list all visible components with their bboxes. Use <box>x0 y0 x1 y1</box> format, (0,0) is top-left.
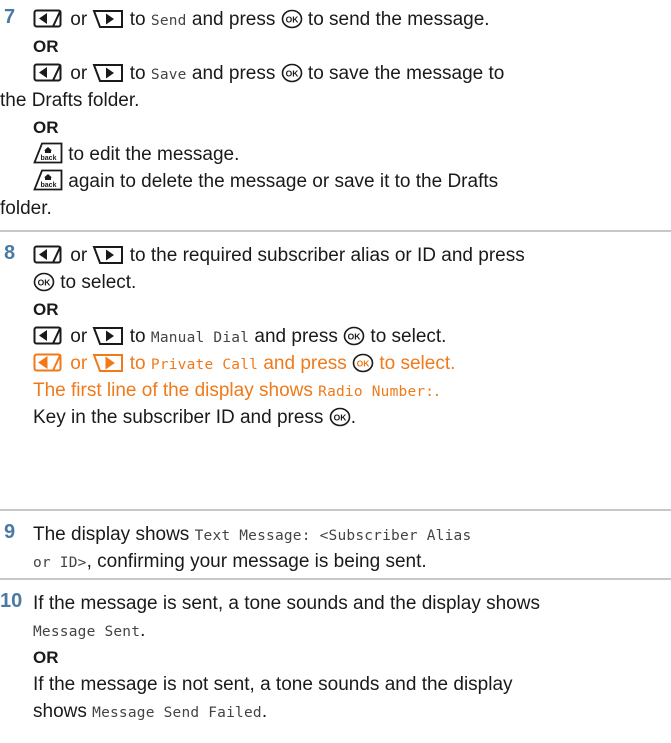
ok-key-icon: OK <box>281 63 303 91</box>
step-number: 7 <box>4 6 16 28</box>
divider <box>0 509 671 511</box>
step-number: 10 <box>0 590 23 612</box>
or-separator: OR <box>33 37 59 56</box>
send-failed-display-text: Message Send Failed <box>92 705 262 721</box>
display-first-line-note: The first line of the display shows Radi… <box>33 380 440 401</box>
divider <box>0 230 671 232</box>
message-sent-display-text: Message Sent <box>33 624 141 640</box>
ok-key-icon: OK <box>281 9 303 37</box>
divider <box>0 578 671 580</box>
text-message-display-text: Text Message: <Subscriber Alias <box>194 528 472 544</box>
private-call-menu-item: Private Call <box>150 357 259 373</box>
or-separator: OR <box>33 648 59 667</box>
text-message-display-text-cont: or ID> <box>33 555 87 571</box>
svg-text:back: back <box>41 182 57 189</box>
or-separator: OR <box>33 118 59 137</box>
manual-dial-menu-item: Manual Dial <box>150 330 250 346</box>
step-number: 8 <box>4 242 16 264</box>
svg-text:OK: OK <box>38 278 52 288</box>
step-number: 9 <box>4 521 16 543</box>
radio-number-display-text: Radio Number: <box>318 384 435 400</box>
svg-text:OK: OK <box>333 413 347 423</box>
or-separator: OR <box>33 300 59 319</box>
save-menu-item: Save <box>150 67 187 83</box>
send-menu-item: Send <box>150 13 187 29</box>
svg-text:back: back <box>41 155 57 162</box>
svg-text:OK: OK <box>285 15 299 25</box>
ok-key-icon: OK <box>329 407 351 435</box>
right-arrow-key-icon <box>92 9 124 37</box>
svg-text:OK: OK <box>357 359 371 369</box>
svg-text:OK: OK <box>348 332 362 342</box>
svg-text:OK: OK <box>285 69 299 79</box>
private-call-line: or to Private Call and press OK to selec… <box>33 350 671 377</box>
